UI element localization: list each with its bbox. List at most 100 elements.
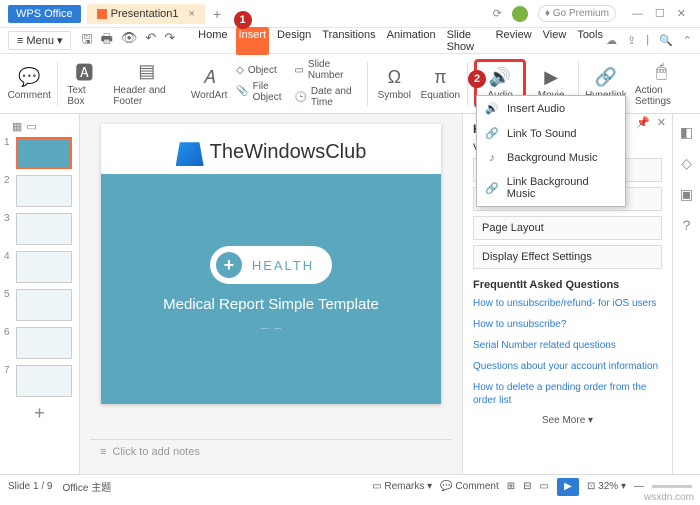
audio-icon: 🔊 — [485, 102, 499, 115]
doc-tab[interactable]: Presentation1× — [87, 4, 205, 24]
add-slide-button[interactable]: + — [4, 403, 75, 424]
thumb-6[interactable]: 6 — [4, 327, 75, 359]
wordart-button[interactable]: 𝐴WordArt — [188, 64, 230, 103]
sync-icon[interactable]: ⟳ — [493, 7, 502, 20]
equation-icon: π — [434, 66, 446, 88]
sidetab-help[interactable]: ? — [683, 217, 691, 233]
close-panel-icon[interactable]: ✕ — [657, 116, 666, 129]
search-icon[interactable]: 🔍 — [659, 34, 673, 47]
sidetab-design[interactable]: ◧ — [680, 124, 693, 141]
comment-icon: 💬 — [18, 66, 40, 88]
header-footer-button[interactable]: ▤Header and Footer — [109, 59, 184, 109]
symbol-button[interactable]: ΩSymbol — [373, 64, 415, 103]
view-normal-icon[interactable]: ⊞ — [507, 481, 515, 492]
menu-link-bg-music[interactable]: 🔗Link Background Music — [477, 170, 625, 206]
link-icon: 🔗 — [485, 127, 499, 140]
save-icon[interactable]: 🖫 — [81, 30, 92, 52]
new-tab-button[interactable]: + — [213, 6, 221, 22]
menu-link-sound[interactable]: 🔗Link To Sound — [477, 121, 625, 146]
see-more-link[interactable]: See More ▾ — [473, 415, 662, 426]
fileobject-button[interactable]: 📎 File Object — [234, 79, 288, 105]
close-button[interactable]: ✕ — [671, 8, 692, 20]
twc-logo — [176, 138, 204, 166]
collapse-icon[interactable]: ⌃ — [683, 34, 692, 47]
view-reading-icon[interactable]: ▭ — [540, 481, 549, 492]
callout-2: 2 — [468, 70, 486, 88]
health-pill: +HEALTH — [210, 246, 332, 284]
tab-tools[interactable]: Tools — [574, 27, 606, 55]
go-premium-button[interactable]: ♦ Go Premium — [538, 5, 616, 22]
tab-slideshow[interactable]: Slide Show — [444, 27, 488, 55]
notes-area[interactable]: ≡ Click to add notes — [90, 439, 452, 464]
equation-button[interactable]: πEquation — [419, 64, 461, 103]
menu-insert-audio[interactable]: 🔊Insert Audio — [477, 96, 625, 121]
thumb-7[interactable]: 7 — [4, 365, 75, 397]
watermark: wsxdn.com — [644, 492, 694, 503]
sidetab-anim[interactable]: ◇ — [681, 155, 692, 172]
action-button[interactable]: 🖱Action Settings — [631, 59, 692, 109]
max-button[interactable]: ☐ — [649, 8, 671, 20]
slidenumber-button[interactable]: ▭ Slide Number — [292, 57, 360, 83]
remarks-button[interactable]: ▭ Remarks ▾ — [372, 481, 432, 492]
slide-canvas: TheWindowsClub +HEALTH Medical Report Si… — [80, 114, 462, 474]
slide-title: Medical Report Simple Template — [163, 296, 379, 313]
redo-icon[interactable]: ↷ — [164, 30, 175, 52]
symbol-icon: Ω — [388, 66, 401, 88]
tab-animation[interactable]: Animation — [384, 27, 439, 55]
tab-design[interactable]: Design — [274, 27, 314, 55]
share-icon[interactable]: ⇪ — [627, 34, 636, 47]
comment-button[interactable]: 💬 Comment — [440, 481, 499, 492]
textbox-icon: 🅰 — [75, 61, 93, 83]
thumbs-tab-outline[interactable]: ▭ — [26, 120, 36, 133]
thumb-2[interactable]: 2 — [4, 175, 75, 207]
tab-transitions[interactable]: Transitions — [319, 27, 378, 55]
object-button[interactable]: ◇ Object — [234, 63, 288, 78]
faq-link[interactable]: How to delete a pending order from the o… — [473, 381, 662, 407]
faq-link[interactable]: How to unsubscribe/refund- for iOS users — [473, 297, 662, 310]
tab-view[interactable]: View — [540, 27, 570, 55]
status-theme: Office 主题 — [62, 479, 111, 494]
textbox-button[interactable]: 🅰Text Box — [63, 59, 105, 109]
view-sorter-icon[interactable]: ⊟ — [523, 481, 531, 492]
faq-link[interactable]: How to unsubscribe? — [473, 318, 662, 331]
zoom-slider[interactable] — [652, 485, 692, 488]
header-icon: ▤ — [138, 61, 155, 83]
movie-icon: ▶ — [544, 66, 558, 88]
tab-home[interactable]: Home — [195, 27, 230, 55]
min-button[interactable]: — — [626, 8, 649, 20]
print-icon[interactable]: 🖶 — [101, 30, 113, 52]
wordart-icon: 𝐴 — [203, 66, 215, 88]
sidetab-trans[interactable]: ▣ — [680, 186, 693, 203]
datetime-button[interactable]: 🕒 Date and Time — [292, 84, 360, 110]
faq-link[interactable]: Questions about your account information — [473, 360, 662, 373]
comment-button[interactable]: 💬Comment — [8, 64, 51, 103]
thumb-5[interactable]: 5 — [4, 289, 75, 321]
pin-icon[interactable]: 📌 — [636, 116, 650, 129]
cloud-icon[interactable]: ☁ — [606, 34, 617, 47]
section-layout[interactable]: Page Layout — [473, 216, 662, 240]
zoom-out-icon[interactable]: — — [634, 481, 644, 492]
tab-insert[interactable]: 1Insert — [236, 27, 270, 55]
menu-bg-music[interactable]: ♪Background Music — [477, 146, 625, 170]
menu-button[interactable]: ≡ Menu ▾ — [8, 31, 71, 50]
faq-title: FrequentIt Asked Questions — [473, 279, 662, 291]
preview-icon[interactable]: 👁 — [121, 30, 138, 52]
app-badge: WPS Office — [8, 5, 81, 23]
thumbs-tab-slides[interactable]: ▦ — [12, 120, 22, 133]
doc-title: Presentation1 — [111, 8, 179, 20]
twc-text: TheWindowsClub — [210, 141, 367, 164]
link-icon: 🔗 — [485, 182, 499, 195]
section-effects[interactable]: Display Effect Settings — [473, 245, 662, 269]
thumb-1[interactable]: 1 — [4, 137, 75, 169]
slide[interactable]: TheWindowsClub +HEALTH Medical Report Si… — [101, 124, 441, 404]
action-icon: 🖱 — [656, 61, 667, 83]
zoom-button[interactable]: ⊡ 32% ▾ — [587, 481, 626, 492]
faq-link[interactable]: Serial Number related questions — [473, 339, 662, 352]
tab-review[interactable]: Review — [493, 27, 535, 55]
avatar[interactable] — [512, 6, 528, 22]
music-icon: ♪ — [485, 152, 499, 164]
play-button[interactable]: ▶ — [557, 478, 579, 496]
thumb-4[interactable]: 4 — [4, 251, 75, 283]
thumb-3[interactable]: 3 — [4, 213, 75, 245]
undo-icon[interactable]: ↶ — [145, 30, 156, 52]
